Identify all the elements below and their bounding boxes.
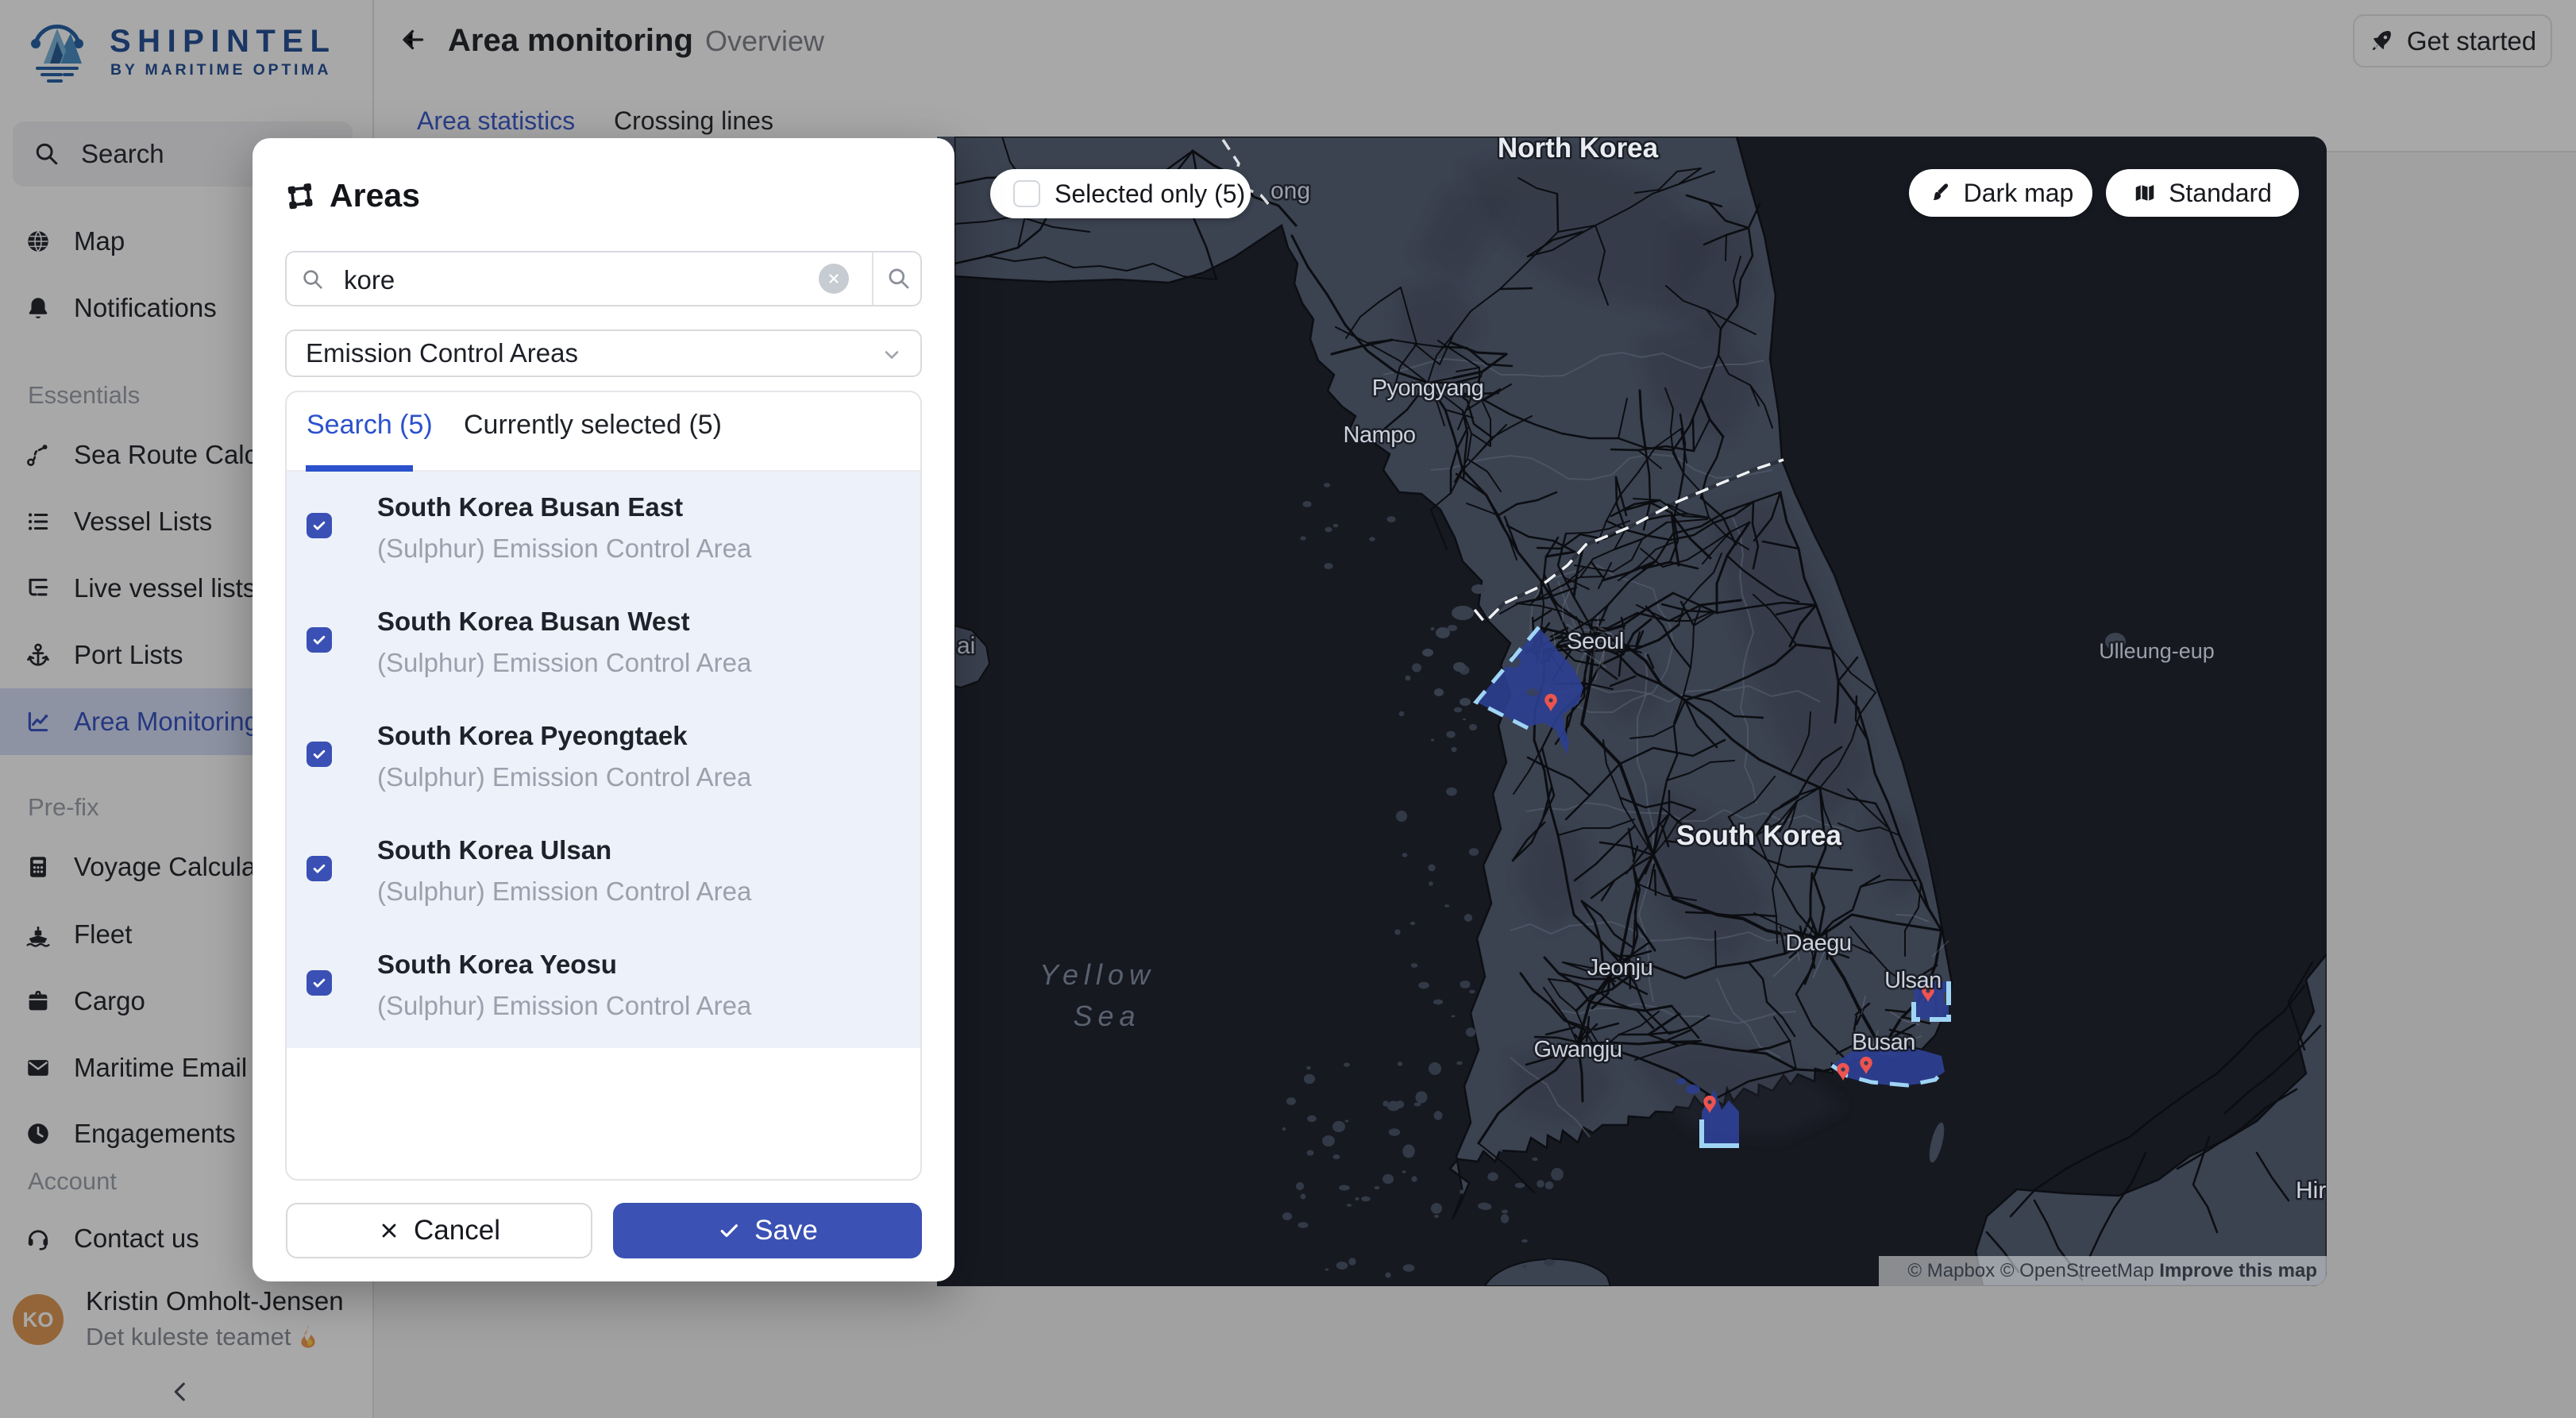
svg-text:Jeonju: Jeonju: [1587, 955, 1652, 981]
svg-text:North Korea: North Korea: [1498, 137, 1659, 164]
svg-text:Ulleung-eup: Ulleung-eup: [2099, 639, 2215, 663]
svg-text:ai: ai: [957, 633, 975, 659]
svg-text:Ulsan: Ulsan: [1884, 968, 1942, 993]
svg-text:Yellow: Yellow: [1039, 958, 1155, 991]
svg-text:Sea: Sea: [1073, 1000, 1140, 1032]
svg-text:Hiros: Hiros: [2296, 1177, 2327, 1204]
svg-text:Daegu: Daegu: [1786, 931, 1852, 956]
svg-text:South Korea: South Korea: [1676, 820, 1842, 851]
svg-text:Pyongyang: Pyongyang: [1372, 376, 1484, 401]
svg-text:Nampo: Nampo: [1344, 422, 1416, 448]
svg-text:Gwangju: Gwangju: [1534, 1037, 1622, 1062]
svg-text:ong: ong: [1271, 178, 1310, 204]
svg-text:Seoul: Seoul: [1567, 629, 1624, 654]
svg-text:Busan: Busan: [1852, 1030, 1915, 1055]
